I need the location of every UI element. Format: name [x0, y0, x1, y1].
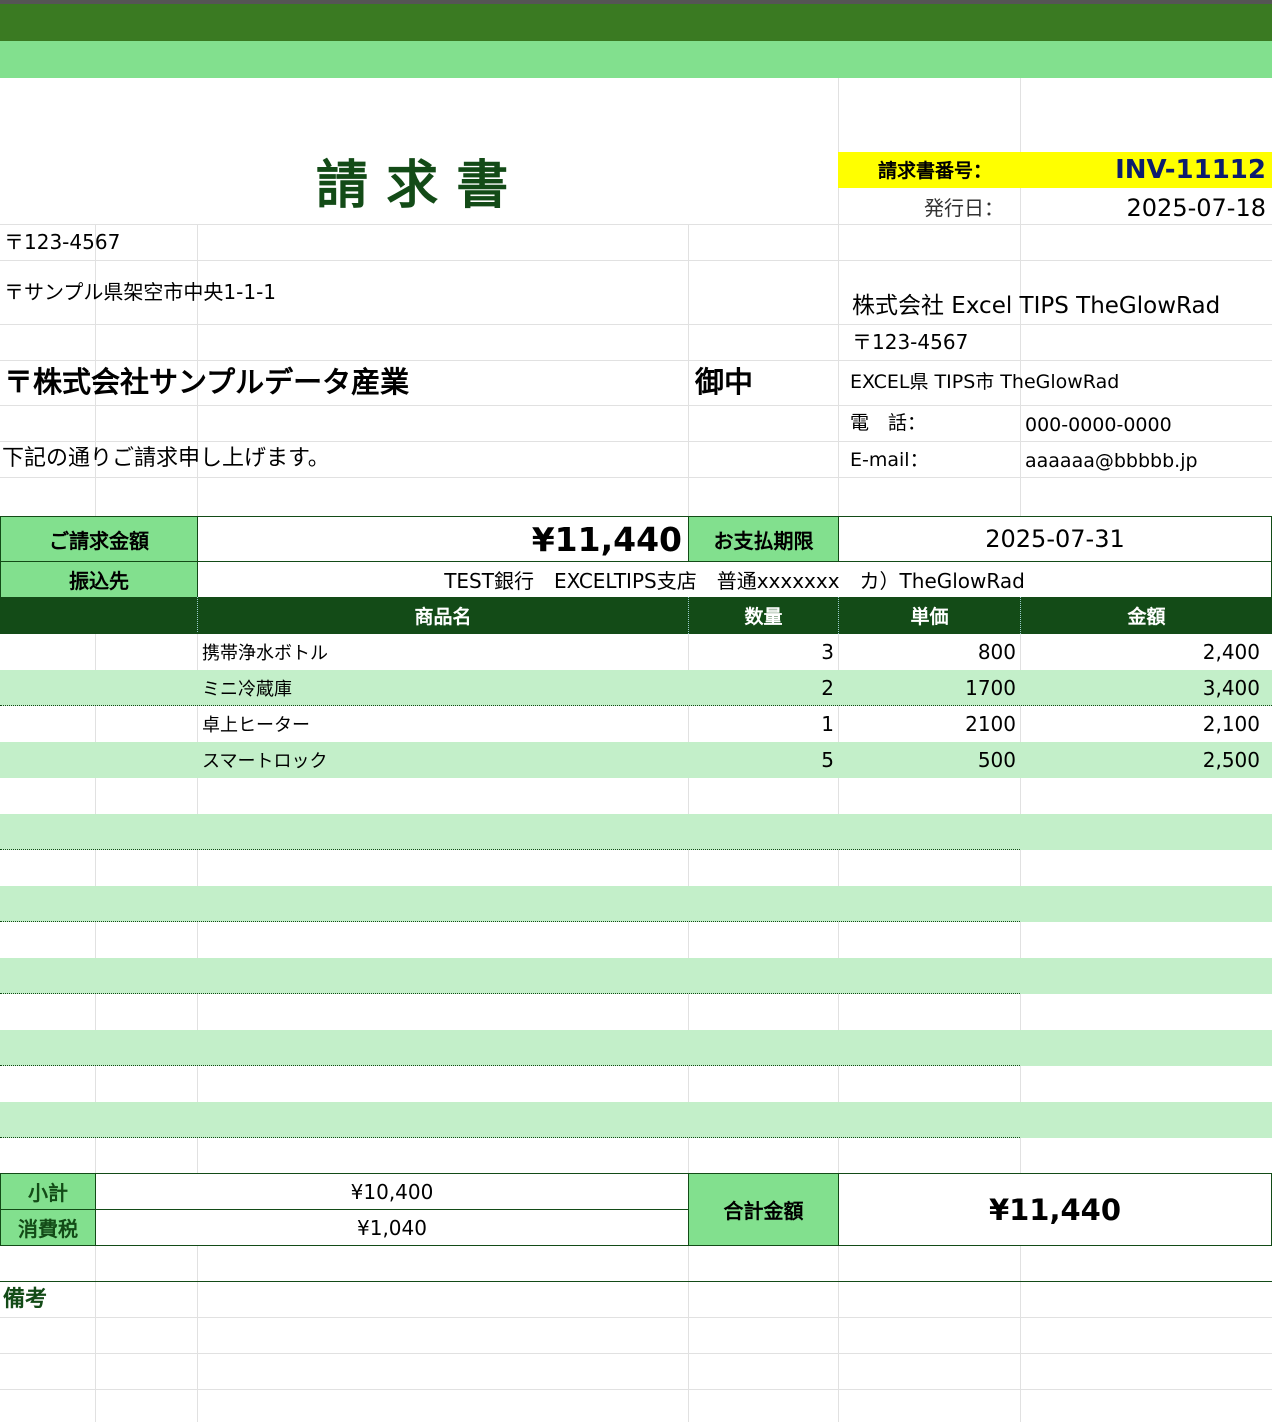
- gridline: [0, 477, 1272, 478]
- header-product-name: 商品名: [197, 597, 688, 634]
- recipient-company: 〒株式会社サンプルデータ産業: [4, 365, 410, 399]
- invoice-number-label: 請求書番号：: [878, 160, 993, 182]
- gridline: [0, 1353, 1272, 1354]
- invoice-sheet: 請 求 書 請求書番号： INV-11112 発行日： 2025-07-18 〒…: [0, 0, 1272, 1422]
- table-row-empty: [0, 886, 1272, 922]
- notes-label: 備考: [3, 1287, 48, 1312]
- invoice-title: 請 求 書: [316, 156, 509, 216]
- row-unit-price: 2100: [965, 712, 1016, 736]
- total-label: 合計金額: [688, 1173, 839, 1246]
- table-row-empty: [0, 1030, 1272, 1066]
- header-area: [0, 78, 1272, 224]
- notes-divider: [0, 1281, 1272, 1282]
- header-band-light: [0, 41, 1272, 78]
- row-amount: 2,400: [1202, 640, 1260, 664]
- subtotal-value: ¥10,400: [95, 1173, 689, 1210]
- row-quantity: 5: [821, 748, 834, 772]
- gridline: [0, 260, 1272, 261]
- invoice-number: INV-11112: [1115, 155, 1266, 185]
- sender-phone: 000-0000-0000: [1025, 414, 1172, 436]
- bank-label: 振込先: [0, 561, 198, 598]
- due-date: 2025-07-31: [838, 516, 1272, 562]
- row-quantity: 1: [821, 712, 834, 736]
- gridline: [1020, 78, 1021, 224]
- row-divider: [0, 1065, 1020, 1066]
- header-amount: 金額: [1020, 597, 1272, 634]
- tax-label: 消費税: [0, 1209, 96, 1246]
- row-unit-price: 500: [977, 748, 1016, 772]
- honorific: 御中: [695, 365, 754, 399]
- header-quantity: 数量: [688, 597, 838, 634]
- sender-email: aaaaaa@bbbbb.jp: [1025, 450, 1198, 472]
- row-product-name: 卓上ヒーター: [202, 715, 310, 736]
- header-unit-price: 単価: [838, 597, 1020, 634]
- recipient-address: 〒サンプル県架空市中央1-1-1: [4, 280, 277, 304]
- issue-date: 2025-07-18: [1126, 194, 1266, 222]
- gridline: [0, 324, 1272, 325]
- header-band-dark: [0, 4, 1272, 41]
- row-product-name: スマートロック: [202, 751, 328, 772]
- table-row-empty: [0, 1102, 1272, 1138]
- invoice-number-row: 請求書番号： INV-11112: [838, 152, 1272, 188]
- amount-label: ご請求金額: [0, 516, 198, 562]
- tax-value: ¥1,040: [95, 1209, 689, 1246]
- phone-label: 電 話：: [850, 412, 927, 434]
- row-unit-price: 800: [977, 640, 1016, 664]
- row-product-name: 携帯浄水ボトル: [202, 643, 328, 664]
- row-amount: 3,400: [1202, 676, 1260, 700]
- subtotal-label: 小計: [0, 1173, 96, 1210]
- sender-company: 株式会社 Excel TIPS TheGlowRad: [852, 293, 1221, 319]
- row-unit-price: 1700: [965, 676, 1016, 700]
- due-date-label: お支払期限: [688, 516, 839, 562]
- gridline: [838, 78, 839, 224]
- row-product-name: ミニ冷蔵庫: [202, 679, 292, 700]
- row-amount: 2,500: [1202, 748, 1260, 772]
- sender-address: EXCEL県 TIPS市 TheGlowRad: [850, 371, 1120, 393]
- bank-info: TEST銀行 EXCELTIPS支店 普通xxxxxxx カ）TheGlowRa…: [197, 561, 1272, 598]
- sender-postal: 〒123-4567: [852, 330, 969, 354]
- row-divider: [0, 849, 1020, 850]
- row-divider: [0, 1137, 1020, 1138]
- email-label: E-mail：: [850, 449, 929, 471]
- gridline: [0, 1317, 1272, 1318]
- issue-date-label: 発行日：: [924, 196, 1004, 220]
- row-amount: 2,100: [1202, 712, 1260, 736]
- gridline: [0, 441, 1272, 442]
- gridline: [0, 405, 1272, 406]
- row-divider: [0, 993, 1020, 994]
- table-row-empty: [0, 814, 1272, 850]
- total-value: ¥11,440: [838, 1173, 1272, 1246]
- greeting-text: 下記の通りご請求申し上げます。: [2, 446, 330, 471]
- gridline: [0, 224, 1272, 225]
- row-divider: [0, 921, 1020, 922]
- gridline: [0, 360, 1272, 361]
- gridline: [0, 1389, 1272, 1390]
- row-quantity: 2: [821, 676, 834, 700]
- row-quantity: 3: [821, 640, 834, 664]
- recipient-postal: 〒123-4567: [4, 230, 121, 254]
- table-row-empty: [0, 958, 1272, 994]
- amount-value: ¥11,440: [197, 516, 689, 562]
